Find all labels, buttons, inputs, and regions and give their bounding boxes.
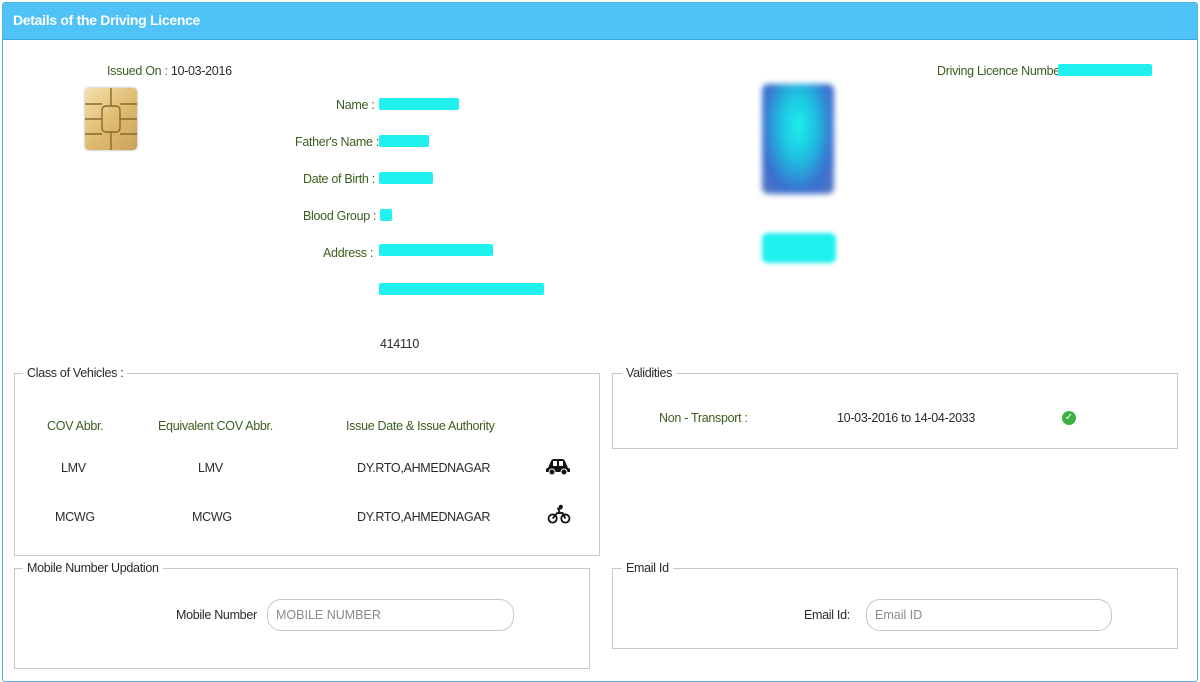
email-id-input[interactable] (866, 599, 1112, 631)
non-transport-validity: 10-03-2016 to 14-04-2033 (837, 411, 976, 425)
row2-authority: DY.RTO,AHMEDNAGAR (357, 510, 491, 524)
issued-on-value: 10-03-2016 (170, 64, 232, 78)
email-id-label: Email Id: (804, 608, 850, 622)
blood-group-redacted (380, 209, 392, 221)
father-name-label: Father's Name : (295, 135, 380, 149)
panel-header: Details of the Driving Licence (3, 3, 1197, 40)
dob-label: Date of Birth : (303, 172, 375, 186)
mobile-number-label: Mobile Number (176, 608, 257, 622)
class-of-vehicles-legend: Class of Vehicles : (23, 366, 128, 380)
issued-on: Issued On : 10-03-2016 (107, 64, 232, 78)
blood-group-label: Blood Group : (303, 209, 377, 223)
row1-equiv: LMV (198, 461, 223, 475)
name-redacted (379, 98, 459, 110)
motorcycle-icon (547, 504, 571, 524)
row1-authority: DY.RTO,AHMEDNAGAR (357, 461, 491, 475)
class-of-vehicles-box (14, 373, 600, 556)
issued-on-label: Issued On : (107, 64, 168, 78)
non-transport-label: Non - Transport : (659, 411, 748, 425)
mobile-number-input[interactable] (267, 599, 514, 631)
car-icon (546, 459, 570, 476)
licence-photo (762, 84, 834, 194)
address-label: Address : (323, 246, 374, 260)
col-equivalent-cov: Equivalent COV Abbr. (158, 419, 273, 433)
address-pincode: 414110 (380, 337, 419, 351)
address-line2-redacted (379, 283, 544, 295)
row2-cov: MCWG (55, 510, 95, 524)
licence-number-redacted (1058, 64, 1152, 76)
address-line1-redacted (379, 244, 493, 256)
col-issue-authority: Issue Date & Issue Authority (346, 419, 495, 433)
email-legend: Email Id (622, 561, 673, 575)
name-label: Name : (336, 98, 375, 112)
chip-icon (85, 88, 137, 150)
signature-redacted (762, 233, 836, 263)
check-circle-icon: ✓ (1062, 411, 1076, 425)
row2-equiv: MCWG (192, 510, 232, 524)
panel-title: Details of the Driving Licence (13, 12, 201, 28)
validities-legend: Validities (622, 366, 677, 380)
row1-cov: LMV (61, 461, 86, 475)
father-name-redacted (379, 135, 429, 147)
dob-redacted (379, 172, 433, 184)
licence-number-label: Driving Licence Number : (937, 64, 1071, 78)
mobile-update-legend: Mobile Number Updation (23, 561, 163, 575)
col-cov-abbr: COV Abbr. (47, 419, 104, 433)
